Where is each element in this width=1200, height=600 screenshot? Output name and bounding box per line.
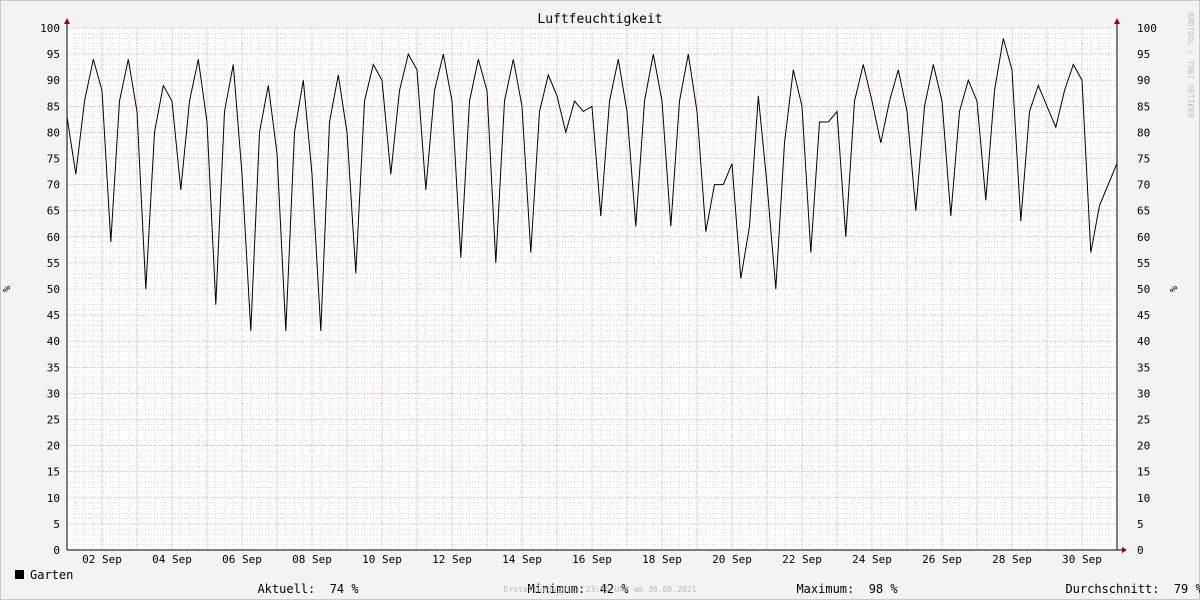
rrdtool-watermark: RRDTOOL / TOBI OETIKER [1186, 12, 1195, 118]
x-tick-label: 04 Sep [152, 553, 192, 566]
x-tick-label: 10 Sep [362, 553, 402, 566]
y-tick-label: 70 [47, 179, 60, 192]
y-tick-label: 35 [47, 361, 60, 374]
x-tick-label: 12 Sep [432, 553, 472, 566]
y-tick-label: 20 [47, 440, 60, 453]
legend-swatch [15, 570, 24, 579]
legend-series-name: Garten [30, 568, 74, 582]
y-tick-label: 100 [40, 22, 60, 35]
y-tick-label-right: 10 [1137, 492, 1150, 505]
y-tick-label: 90 [47, 74, 60, 87]
y-tick-label-right: 95 [1137, 48, 1150, 61]
x-tick-label: 22 Sep [782, 553, 822, 566]
y-tick-label-right: 85 [1137, 100, 1150, 113]
y-tick-label-right: 15 [1137, 466, 1150, 479]
y-tick-label-right: 20 [1137, 440, 1150, 453]
y-tick-label-right: 70 [1137, 179, 1150, 192]
y-tick-label: 15 [47, 466, 60, 479]
y-tick-label-right: 40 [1137, 335, 1150, 348]
y-axis-arrow-left [64, 18, 70, 24]
y-tick-label: 80 [47, 126, 60, 139]
x-tick-labels: 02 Sep 04 Sep 06 Sep 08 Sep 10 Sep 12 Sep 14 S… [82, 553, 1102, 566]
y-tick-label: 5 [53, 518, 60, 531]
y-tick-label: 75 [47, 153, 60, 166]
y-tick-label-right: 30 [1137, 387, 1150, 400]
x-tick-label: 08 Sep [292, 553, 332, 566]
y-tick-label: 85 [47, 100, 60, 113]
x-tick-label: 30 Sep [1062, 553, 1102, 566]
y-tick-label-right: 100 [1137, 22, 1157, 35]
y-tick-label: 95 [47, 48, 60, 61]
y-tick-label: 45 [47, 309, 60, 322]
y-tick-label-right: 65 [1137, 205, 1150, 218]
y-tick-label: 25 [47, 414, 60, 427]
x-tick-label: 24 Sep [852, 553, 892, 566]
y-tick-labels-right: 0 5 10 15 20 25 30 35 40 45 50 55 60 65 70 75 80 85 90 95 10… [1137, 22, 1157, 557]
humidity-chart: 0510152025303540455055606570758085909510… [2, 12, 1195, 566]
y-tick-label-right: 45 [1137, 309, 1150, 322]
y-tick-label-right: 90 [1137, 74, 1150, 87]
x-tick-label: 06 Sep [222, 553, 262, 566]
x-tick-label: 18 Sep [642, 553, 682, 566]
y-tick-label-right: 60 [1137, 231, 1150, 244]
y-tick-label: 40 [47, 335, 60, 348]
y-tick-label-right: 80 [1137, 126, 1150, 139]
y-tick-label-right: 0 [1137, 544, 1144, 557]
x-tick-label: 14 Sep [502, 553, 542, 566]
x-tick-label: 28 Sep [992, 553, 1032, 566]
x-tick-label: 20 Sep [712, 553, 752, 566]
x-tick-label: 02 Sep [82, 553, 122, 566]
y-tick-label: 60 [47, 231, 60, 244]
y-axis-label-left: % [2, 286, 13, 292]
y-tick-label: 65 [47, 205, 60, 218]
y-tick-label-right: 55 [1137, 257, 1150, 270]
x-axis-arrow [1122, 547, 1127, 553]
creation-timestamp: Erstellungszeit: 23:55 Uhr am 30.09.2021 [503, 585, 697, 594]
x-tick-label: 16 Sep [572, 553, 612, 566]
y-tick-label: 55 [47, 257, 60, 270]
y-tick-label-right: 35 [1137, 361, 1150, 374]
y-tick-label: 0 [53, 544, 60, 557]
y-tick-label-right: 75 [1137, 153, 1150, 166]
y-axis-arrow-right [1114, 18, 1120, 24]
y-tick-label-right: 25 [1137, 414, 1150, 427]
y-tick-label-right: 5 [1137, 518, 1144, 531]
y-tick-label-right: 50 [1137, 283, 1150, 296]
x-tick-label: 26 Sep [922, 553, 962, 566]
y-tick-label: 30 [47, 387, 60, 400]
y-tick-label: 10 [47, 492, 60, 505]
y-axis-label-right: % [1167, 286, 1178, 292]
y-tick-label: 50 [47, 283, 60, 296]
y-tick-labels-left: 0 5 10 15 20 25 30 35 40 45 50 55 60 65 70 75 80 85 90 95 10… [40, 22, 60, 557]
chart-title: Luftfeuchtigkeit [537, 12, 662, 27]
